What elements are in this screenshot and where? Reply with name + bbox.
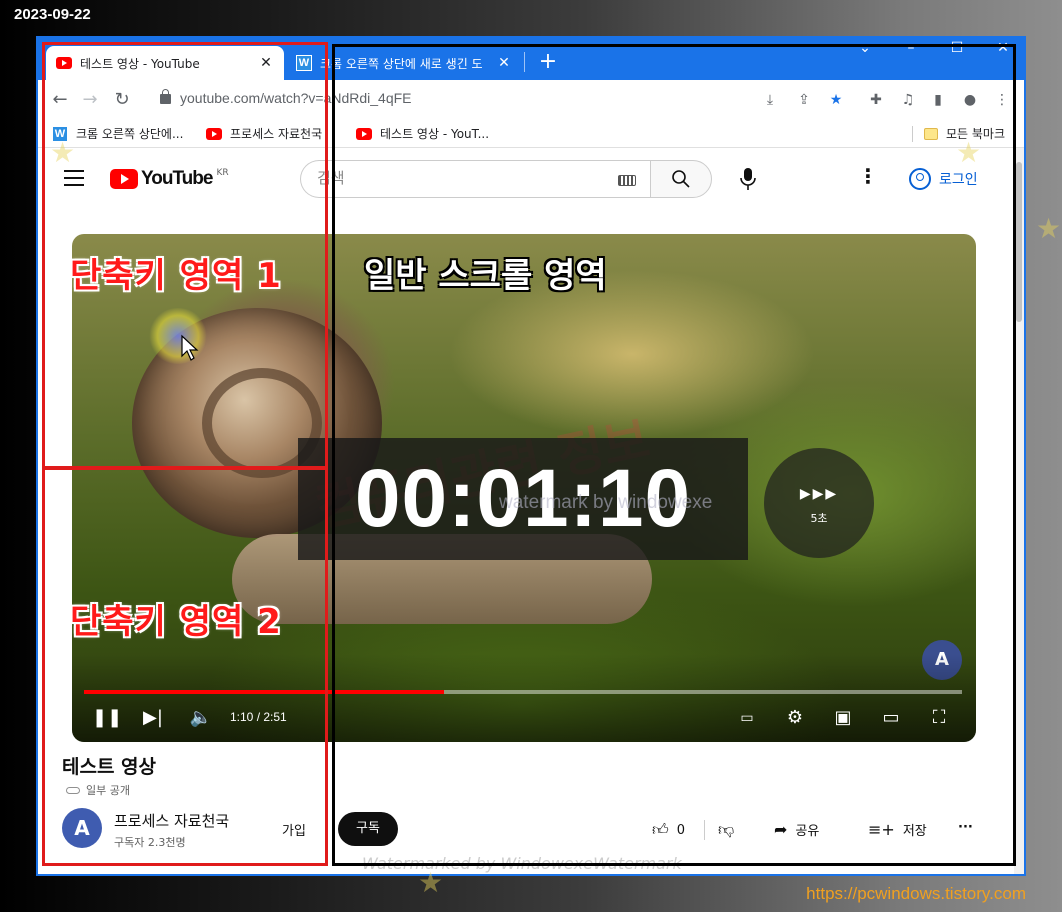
capture-date: 2023-09-22 — [14, 6, 91, 23]
star-decoration-icon: ★ — [418, 866, 444, 899]
scroll-zone-box — [332, 44, 1016, 866]
site-url: https://pcwindows.tistory.com — [806, 884, 1026, 903]
zone-2-label: 단축키 영역 2 — [70, 602, 282, 642]
star-decoration-icon: ★ — [956, 136, 982, 169]
scroll-zone-label: 일반 스크롤 영역 — [364, 256, 607, 296]
star-decoration-icon: ★ — [50, 136, 76, 169]
zone-1-label: 단축키 영역 1 — [70, 256, 282, 296]
mouse-cursor-icon — [181, 334, 199, 361]
shortcut-zone-2-box — [42, 466, 328, 866]
star-decoration-icon: ★ — [1036, 212, 1062, 245]
scroll-thumb[interactable] — [1016, 162, 1022, 322]
